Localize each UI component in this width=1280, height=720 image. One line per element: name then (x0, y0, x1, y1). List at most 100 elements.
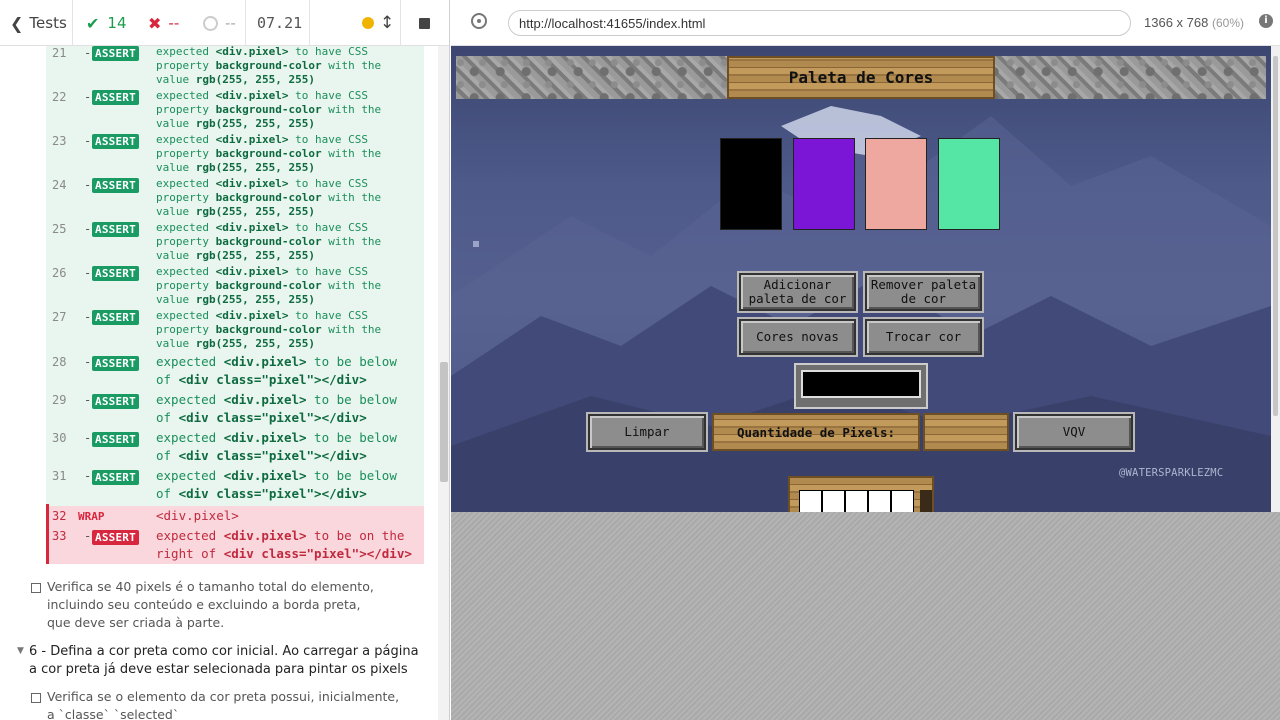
suite-title[interactable]: 6 - Defina a cor preta como cor inicial.… (29, 643, 424, 679)
command-row[interactable]: 28 - ASSERT expected <div.pixel> to be belo… (46, 354, 424, 392)
divider (309, 0, 310, 46)
assert-badge: ASSERT (92, 222, 139, 237)
new-colors-button[interactable]: Cores novas (739, 319, 856, 355)
command-message: expected <div.pixel> to have CSS propert… (156, 309, 418, 351)
passed-count[interactable]: ✔ 14 (86, 0, 127, 46)
x-icon: ✖ (148, 13, 162, 33)
assert-badge: ASSERT (92, 394, 139, 409)
failed-count[interactable]: ✖ -- (148, 0, 179, 46)
command-message: expected <div.pixel> to be below of <div… (156, 467, 418, 503)
message-part: <div class="pixel"></div> (178, 372, 367, 387)
info-icon[interactable]: i (1259, 14, 1273, 28)
message-part: rgb(255, 255, 255) (195, 337, 315, 350)
app-preview: Paleta de Cores Adicionar paleta de cor … (451, 46, 1271, 512)
message-part: rgb(255, 255, 255) (195, 249, 315, 262)
command-number: 28 (52, 355, 67, 369)
message-part: <div class="pixel"></div> (178, 448, 367, 463)
pixel[interactable] (891, 490, 914, 512)
palette-color[interactable] (865, 138, 927, 230)
remove-palette-button[interactable]: Remover paleta de cor (865, 273, 982, 311)
command-row[interactable]: 27 - ASSERT expected <div.pixel> to have CS… (46, 309, 424, 354)
message-part: expected (156, 45, 216, 58)
message-part: background-color (215, 59, 322, 72)
selector-playground-icon[interactable] (471, 13, 487, 29)
assert-badge: ASSERT (92, 46, 139, 61)
generate-board-button[interactable]: VQV (1015, 414, 1133, 450)
assert-badge: ASSERT (92, 530, 139, 545)
duration: 07.21 (257, 14, 303, 32)
message-part: <div.pixel> (215, 133, 289, 146)
caret-down-icon[interactable]: ▼ (17, 646, 24, 656)
command-row[interactable]: 21 - ASSERT expected <div.pixel> to have CS… (46, 45, 424, 90)
command-row-error[interactable]: 33 - ASSERT expected <div.pixel> to be on t… (46, 526, 424, 564)
command-dash: - (84, 393, 92, 407)
tests-back-button[interactable]: ❮ Tests (10, 0, 67, 46)
message-part: <div.pixel> (215, 309, 289, 322)
palette-color[interactable] (720, 138, 782, 230)
watermark: @WATERSPARKLEZMC (1119, 467, 1224, 479)
test-runner-panel: ❮ Tests ✔ 14 ✖ -- -- 07.21 ↕ 21- ASSERT ex… (0, 0, 450, 720)
message-part: right of (156, 546, 224, 561)
command-number: 29 (52, 393, 67, 407)
divider (245, 0, 246, 46)
app-scrollbar-thumb[interactable] (1273, 56, 1278, 416)
chevron-left-icon: ❮ (10, 13, 24, 33)
pixel[interactable] (845, 490, 868, 512)
viewport-scale: (60%) (1211, 16, 1244, 30)
palette-color[interactable] (938, 138, 1000, 230)
command-dash: - (84, 469, 92, 483)
command-message: expected <div.pixel> to be below of <div… (156, 353, 418, 389)
command-row[interactable]: 30 - ASSERT expected <div.pixel> to be belo… (46, 430, 424, 468)
message-part: expected (156, 177, 216, 190)
command-message: expected <div.pixel> to have CSS propert… (156, 177, 418, 219)
message-part: to be on the (306, 528, 405, 543)
clear-board-button[interactable]: Limpar (588, 414, 706, 450)
palette-color[interactable] (793, 138, 855, 230)
stop-icon[interactable] (419, 18, 430, 29)
message-part: rgb(255, 255, 255) (195, 117, 315, 130)
passed-value: 14 (107, 14, 127, 32)
wrap-keyword: WRAP (78, 510, 105, 523)
message-part: expected (156, 89, 216, 102)
pixel-quantity-input[interactable] (923, 413, 1009, 451)
command-row-wrap[interactable]: 32 WRAP <div.pixel> (46, 506, 424, 526)
command-row[interactable]: 31 - ASSERT expected <div.pixel> to be belo… (46, 468, 424, 506)
command-row[interactable]: 25 - ASSERT expected <div.pixel> to have CS… (46, 221, 424, 266)
assert-badge: ASSERT (92, 470, 139, 485)
command-row[interactable]: 24 - ASSERT expected <div.pixel> to have CS… (46, 177, 424, 222)
command-row[interactable]: 22 - ASSERT expected <div.pixel> to have CS… (46, 89, 424, 134)
pixel[interactable] (868, 490, 891, 512)
message-part: <div.pixel> (215, 265, 289, 278)
command-row[interactable]: 26 - ASSERT expected <div.pixel> to have CS… (46, 265, 424, 310)
message-part: <div.pixel> (215, 221, 289, 234)
command-message: expected <div.pixel> to have CSS propert… (156, 221, 418, 263)
assert-badge: ASSERT (92, 90, 139, 105)
pixel[interactable] (822, 490, 845, 512)
color-picker-input[interactable] (801, 370, 921, 398)
message-part: background-color (215, 279, 322, 292)
swap-color-button[interactable]: Trocar cor (865, 319, 982, 355)
page-title: Paleta de Cores (788, 68, 934, 87)
message-part: expected (156, 133, 216, 146)
assert-badge: ASSERT (92, 310, 139, 325)
message-part: expected (156, 221, 216, 234)
message-part: background-color (215, 191, 322, 204)
running-status-dot (362, 17, 374, 29)
test-description[interactable]: Verifica se o elemento da cor preta poss… (47, 688, 407, 720)
message-part: expected (156, 528, 224, 543)
board-frame-corner (920, 490, 932, 512)
test-description[interactable]: Verifica se 40 pixels é o tamanho total … (47, 578, 387, 632)
command-dash: - (84, 134, 92, 148)
message-part: rgb(255, 255, 255) (195, 73, 315, 86)
autoscroll-arrows-icon[interactable]: ↕ (380, 13, 394, 33)
command-row[interactable]: 29 - ASSERT expected <div.pixel> to be belo… (46, 392, 424, 430)
message-part: expected (156, 430, 224, 445)
runner-scrollbar-thumb[interactable] (440, 362, 448, 482)
command-number: 26 (52, 266, 67, 280)
command-row[interactable]: 23 - ASSERT expected <div.pixel> to have CS… (46, 133, 424, 178)
add-palette-button[interactable]: Adicionar paleta de cor (739, 273, 856, 311)
message-part: expected (156, 265, 216, 278)
pending-count[interactable]: -- (203, 0, 236, 46)
url-field[interactable]: http://localhost:41655/index.html (508, 10, 1131, 36)
pixel[interactable] (799, 490, 822, 512)
